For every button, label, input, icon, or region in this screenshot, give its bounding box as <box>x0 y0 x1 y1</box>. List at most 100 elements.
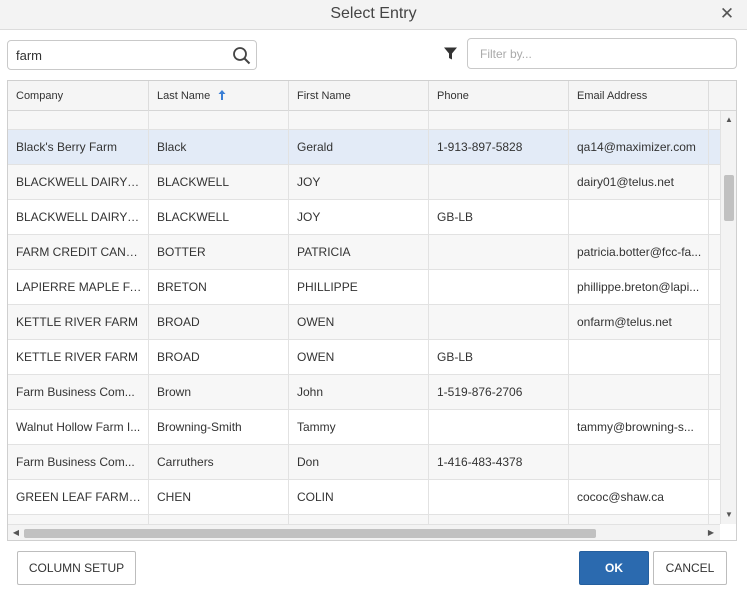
cell-last-name <box>149 111 289 130</box>
column-header-phone[interactable]: Phone <box>429 81 569 111</box>
cell-phone <box>429 235 569 270</box>
cell-last-name: BOTTER <box>149 235 289 270</box>
scroll-right-icon[interactable]: ▶ <box>704 525 718 540</box>
column-header-last-name[interactable]: Last Name <box>149 81 289 111</box>
column-header-label: Email Address <box>577 90 648 102</box>
table-row[interactable]: Farm Business Com... Carruthers Don 1-416-4… <box>8 445 720 480</box>
column-header-label: Phone <box>437 90 469 102</box>
cell-last-name: BROAD <box>149 340 289 375</box>
table-row[interactable]: Walnut Hollow Farm I... Browning-Smith Tam… <box>8 410 720 445</box>
cell-first-name: OWEN <box>289 340 429 375</box>
cell-phone: GB-LB <box>429 340 569 375</box>
grid-body: Black's Berry Farm Black Gerald 1-913-897-5… <box>8 111 720 524</box>
column-setup-button[interactable]: COLUMN SETUP <box>17 551 136 585</box>
column-header-email[interactable]: Email Address <box>569 81 709 111</box>
filter-icon[interactable] <box>443 46 458 61</box>
cell-partial <box>709 165 720 200</box>
column-header-partial[interactable] <box>709 81 736 111</box>
horizontal-scrollbar[interactable]: ◀ ▶ <box>8 524 720 540</box>
table-row[interactable]: BLACKWELL DAIRY F... BLACKWELL JOY dairy01@… <box>8 165 720 200</box>
ok-button[interactable]: OK <box>579 551 649 585</box>
column-header-company[interactable]: Company <box>8 81 149 111</box>
close-icon[interactable]: ✕ <box>717 4 737 24</box>
table-row[interactable]: KETTLE RIVER FARM BROAD OWEN GB-LB <box>8 340 720 375</box>
table-row[interactable]: FARM CREDIT CANADA BOTTER PATRICIA patricia… <box>8 235 720 270</box>
table-row[interactable]: Farm Business Com... Brown John 1-519-876-2… <box>8 375 720 410</box>
cell-partial <box>709 111 720 130</box>
scroll-up-icon[interactable]: ▲ <box>721 113 736 127</box>
cell-partial <box>709 270 720 305</box>
table-row[interactable]: GREEN LEAF FARM LTDCHENCOLINGB-LB <box>8 515 720 524</box>
cell-phone <box>429 480 569 515</box>
cell-email: cococ@shaw.ca <box>569 480 709 515</box>
cancel-button[interactable]: CANCEL <box>653 551 727 585</box>
cell-partial <box>709 305 720 340</box>
cell-last-name: BRETON <box>149 270 289 305</box>
cell-email: phillippe.breton@lapi... <box>569 270 709 305</box>
table-row[interactable]: KETTLE RIVER FARM BROAD OWEN onfarm@telus.n… <box>8 305 720 340</box>
cell-first-name <box>289 111 429 130</box>
cell-last-name: CHEN <box>149 515 289 524</box>
cell-company: GREEN LEAF FARM LTD <box>8 515 149 524</box>
sort-ascending-icon <box>218 90 226 101</box>
table-row[interactable]: BLACKWELL DAIRY F... BLACKWELL JOY GB-LB <box>8 200 720 235</box>
table-row[interactable] <box>8 111 720 130</box>
search-input[interactable] <box>16 46 226 64</box>
cell-phone <box>429 111 569 130</box>
cell-company: Black's Berry Farm <box>8 130 149 165</box>
cell-last-name: BROAD <box>149 305 289 340</box>
cell-phone: 1-416-483-4378 <box>429 445 569 480</box>
entries-grid: Company Last Name First Name Phone Email… <box>7 80 737 541</box>
cell-company: KETTLE RIVER FARM <box>8 305 149 340</box>
horizontal-scroll-thumb[interactable] <box>24 529 596 538</box>
vertical-scrollbar[interactable]: ▲ ▼ <box>720 111 736 524</box>
table-row[interactable]: Black's Berry Farm Black Gerald 1-913-897-5… <box>8 130 720 165</box>
cell-first-name: Don <box>289 445 429 480</box>
vertical-scroll-thumb[interactable] <box>724 175 734 221</box>
cell-last-name: Carruthers <box>149 445 289 480</box>
filter-input[interactable] <box>480 45 725 63</box>
cell-first-name: Tammy <box>289 410 429 445</box>
cell-last-name: Black <box>149 130 289 165</box>
search-icon[interactable] <box>231 45 252 66</box>
cell-first-name: John <box>289 375 429 410</box>
cell-partial <box>709 480 720 515</box>
cell-company <box>8 111 149 130</box>
cell-last-name: BLACKWELL <box>149 200 289 235</box>
grid-header: Company Last Name First Name Phone Email… <box>8 81 736 111</box>
column-header-label: Last Name <box>157 90 211 102</box>
select-entry-dialog: Select Entry ✕ Company Last Name First N… <box>0 0 747 592</box>
cell-partial <box>709 375 720 410</box>
cell-first-name: PHILLIPPE <box>289 270 429 305</box>
cell-company: FARM CREDIT CANADA <box>8 235 149 270</box>
cell-phone <box>429 165 569 200</box>
cell-email <box>569 445 709 480</box>
table-row[interactable]: GREEN LEAF FARM LTD CHEN COLIN cococ@shaw.c… <box>8 480 720 515</box>
cell-phone <box>429 305 569 340</box>
grid-rows: Black's Berry Farm Black Gerald 1-913-897-5… <box>8 111 720 524</box>
cell-phone: GB-LB <box>429 200 569 235</box>
cell-company: Farm Business Com... <box>8 375 149 410</box>
cell-phone: 1-519-876-2706 <box>429 375 569 410</box>
cell-company: LAPIERRE MAPLE FA... <box>8 270 149 305</box>
cell-email <box>569 200 709 235</box>
cell-first-name: OWEN <box>289 305 429 340</box>
cell-first-name: JOY <box>289 165 429 200</box>
scroll-left-icon[interactable]: ◀ <box>9 525 23 540</box>
column-header-first-name[interactable]: First Name <box>289 81 429 111</box>
cell-first-name: JOY <box>289 200 429 235</box>
cell-company: BLACKWELL DAIRY F... <box>8 200 149 235</box>
scroll-down-icon[interactable]: ▼ <box>721 508 736 522</box>
cell-first-name: Gerald <box>289 130 429 165</box>
table-row[interactable]: LAPIERRE MAPLE FA... BRETON PHILLIPPE phill… <box>8 270 720 305</box>
cell-phone: 1-913-897-5828 <box>429 130 569 165</box>
cell-last-name: CHEN <box>149 480 289 515</box>
cell-email <box>569 515 709 524</box>
cell-phone: GB-LB <box>429 515 569 524</box>
cell-email: onfarm@telus.net <box>569 305 709 340</box>
cell-company: GREEN LEAF FARM LTD <box>8 480 149 515</box>
cell-email: dairy01@telus.net <box>569 165 709 200</box>
search-field <box>7 40 257 70</box>
cell-partial <box>709 340 720 375</box>
cell-first-name: COLIN <box>289 515 429 524</box>
